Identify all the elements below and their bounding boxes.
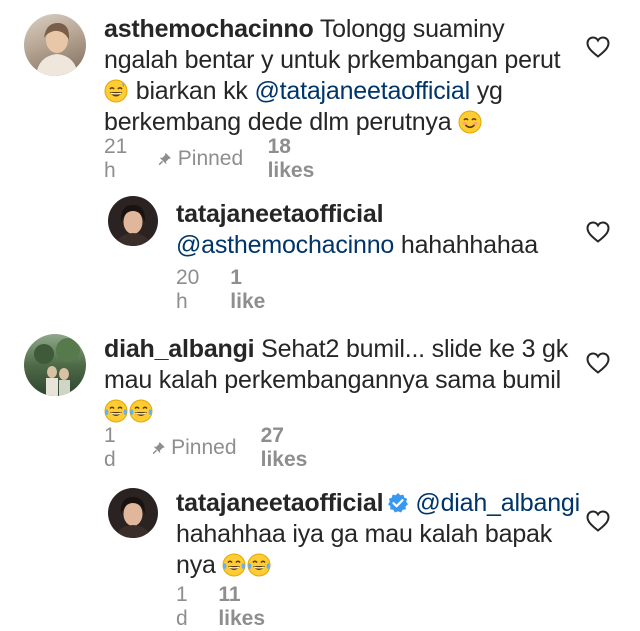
comment-body: ngalah bentar y untuk prkembangan perut: [104, 46, 561, 74]
comment-text: tatajaneetaofficial @asthemochacinno hah…: [176, 199, 596, 261]
pinned-label: Pinned: [171, 436, 237, 459]
avatar[interactable]: [108, 196, 158, 246]
comment-text: diah_albangi Sehat2 bumil... slide ke 3 …: [104, 334, 604, 427]
comment-body: hahahhahaa: [400, 231, 538, 259]
comment-body: mau kalah perkembangannya sama bumil: [104, 366, 561, 394]
likes-count[interactable]: 27 likes: [261, 424, 318, 472]
avatar[interactable]: [24, 334, 86, 396]
comment-time: 20 h: [176, 266, 200, 313]
comment-body: biarkan kk: [135, 77, 248, 105]
tears-of-joy-emoji-icon: [247, 553, 271, 577]
comment-meta: 1 d Pinned 27 likes: [104, 424, 318, 472]
likes-count[interactable]: 1 like: [230, 266, 268, 314]
likes-count[interactable]: 18 likes: [268, 135, 326, 183]
comment-body: nya: [176, 551, 216, 579]
grinning-sweat-emoji-icon: [104, 79, 128, 103]
pin-icon: [158, 150, 172, 168]
comment-body: Sehat2 bumil... slide ke 3 gk: [261, 335, 569, 363]
comment-body: yg: [476, 77, 503, 105]
avatar-photo-icon: [36, 22, 78, 76]
tears-of-joy-emoji-icon: [129, 399, 153, 423]
verified-badge-icon: [387, 492, 409, 514]
comment-time: 1 d: [104, 424, 116, 471]
comment-meta: 21 h Pinned 18 likes: [104, 135, 325, 183]
mention-link[interactable]: @diah_albangi: [415, 489, 580, 517]
heart-icon[interactable]: [586, 510, 610, 532]
comment-meta: 20 h 1 like: [176, 266, 268, 314]
likes-count[interactable]: 11 likes: [218, 583, 268, 631]
comment-body: berkembang dede dlm perutnya: [104, 108, 452, 136]
tears-of-joy-emoji-icon: [104, 399, 128, 423]
comment-text: asthemochacinno Tolongg suaminy ngalah b…: [104, 14, 604, 138]
comment-meta: 1 d 11 likes: [176, 583, 268, 631]
heart-icon[interactable]: [586, 221, 610, 243]
comment-username[interactable]: tatajaneetaofficial: [176, 200, 384, 228]
comment-username[interactable]: diah_albangi: [104, 335, 255, 363]
comment-body: hahahhaa iya ga mau kalah bapak: [176, 520, 553, 548]
comment-time: 21 h: [104, 135, 128, 182]
avatar[interactable]: [24, 14, 86, 76]
mention-link[interactable]: @tatajaneetaofficial: [254, 77, 470, 105]
comment-time: 1 d: [176, 583, 188, 630]
heart-icon[interactable]: [586, 352, 610, 374]
avatar-photo-icon: [115, 497, 151, 538]
heart-icon[interactable]: [586, 36, 610, 58]
avatar-photo-icon: [115, 205, 151, 246]
tears-of-joy-emoji-icon: [222, 553, 246, 577]
pin-icon: [152, 439, 166, 457]
pinned-label: Pinned: [177, 147, 244, 170]
avatar-photo-icon: [34, 338, 80, 396]
avatar[interactable]: [108, 488, 158, 538]
comment-text: tatajaneetaofficial @diah_albangi hahahha…: [176, 488, 596, 581]
mention-link[interactable]: @asthemochacinno: [176, 231, 394, 259]
comment-username[interactable]: tatajaneetaofficial: [176, 489, 384, 517]
smiling-emoji-icon: [458, 110, 482, 134]
comment-username[interactable]: asthemochacinno: [104, 15, 314, 43]
comment-body: Tolongg suaminy: [319, 15, 505, 43]
